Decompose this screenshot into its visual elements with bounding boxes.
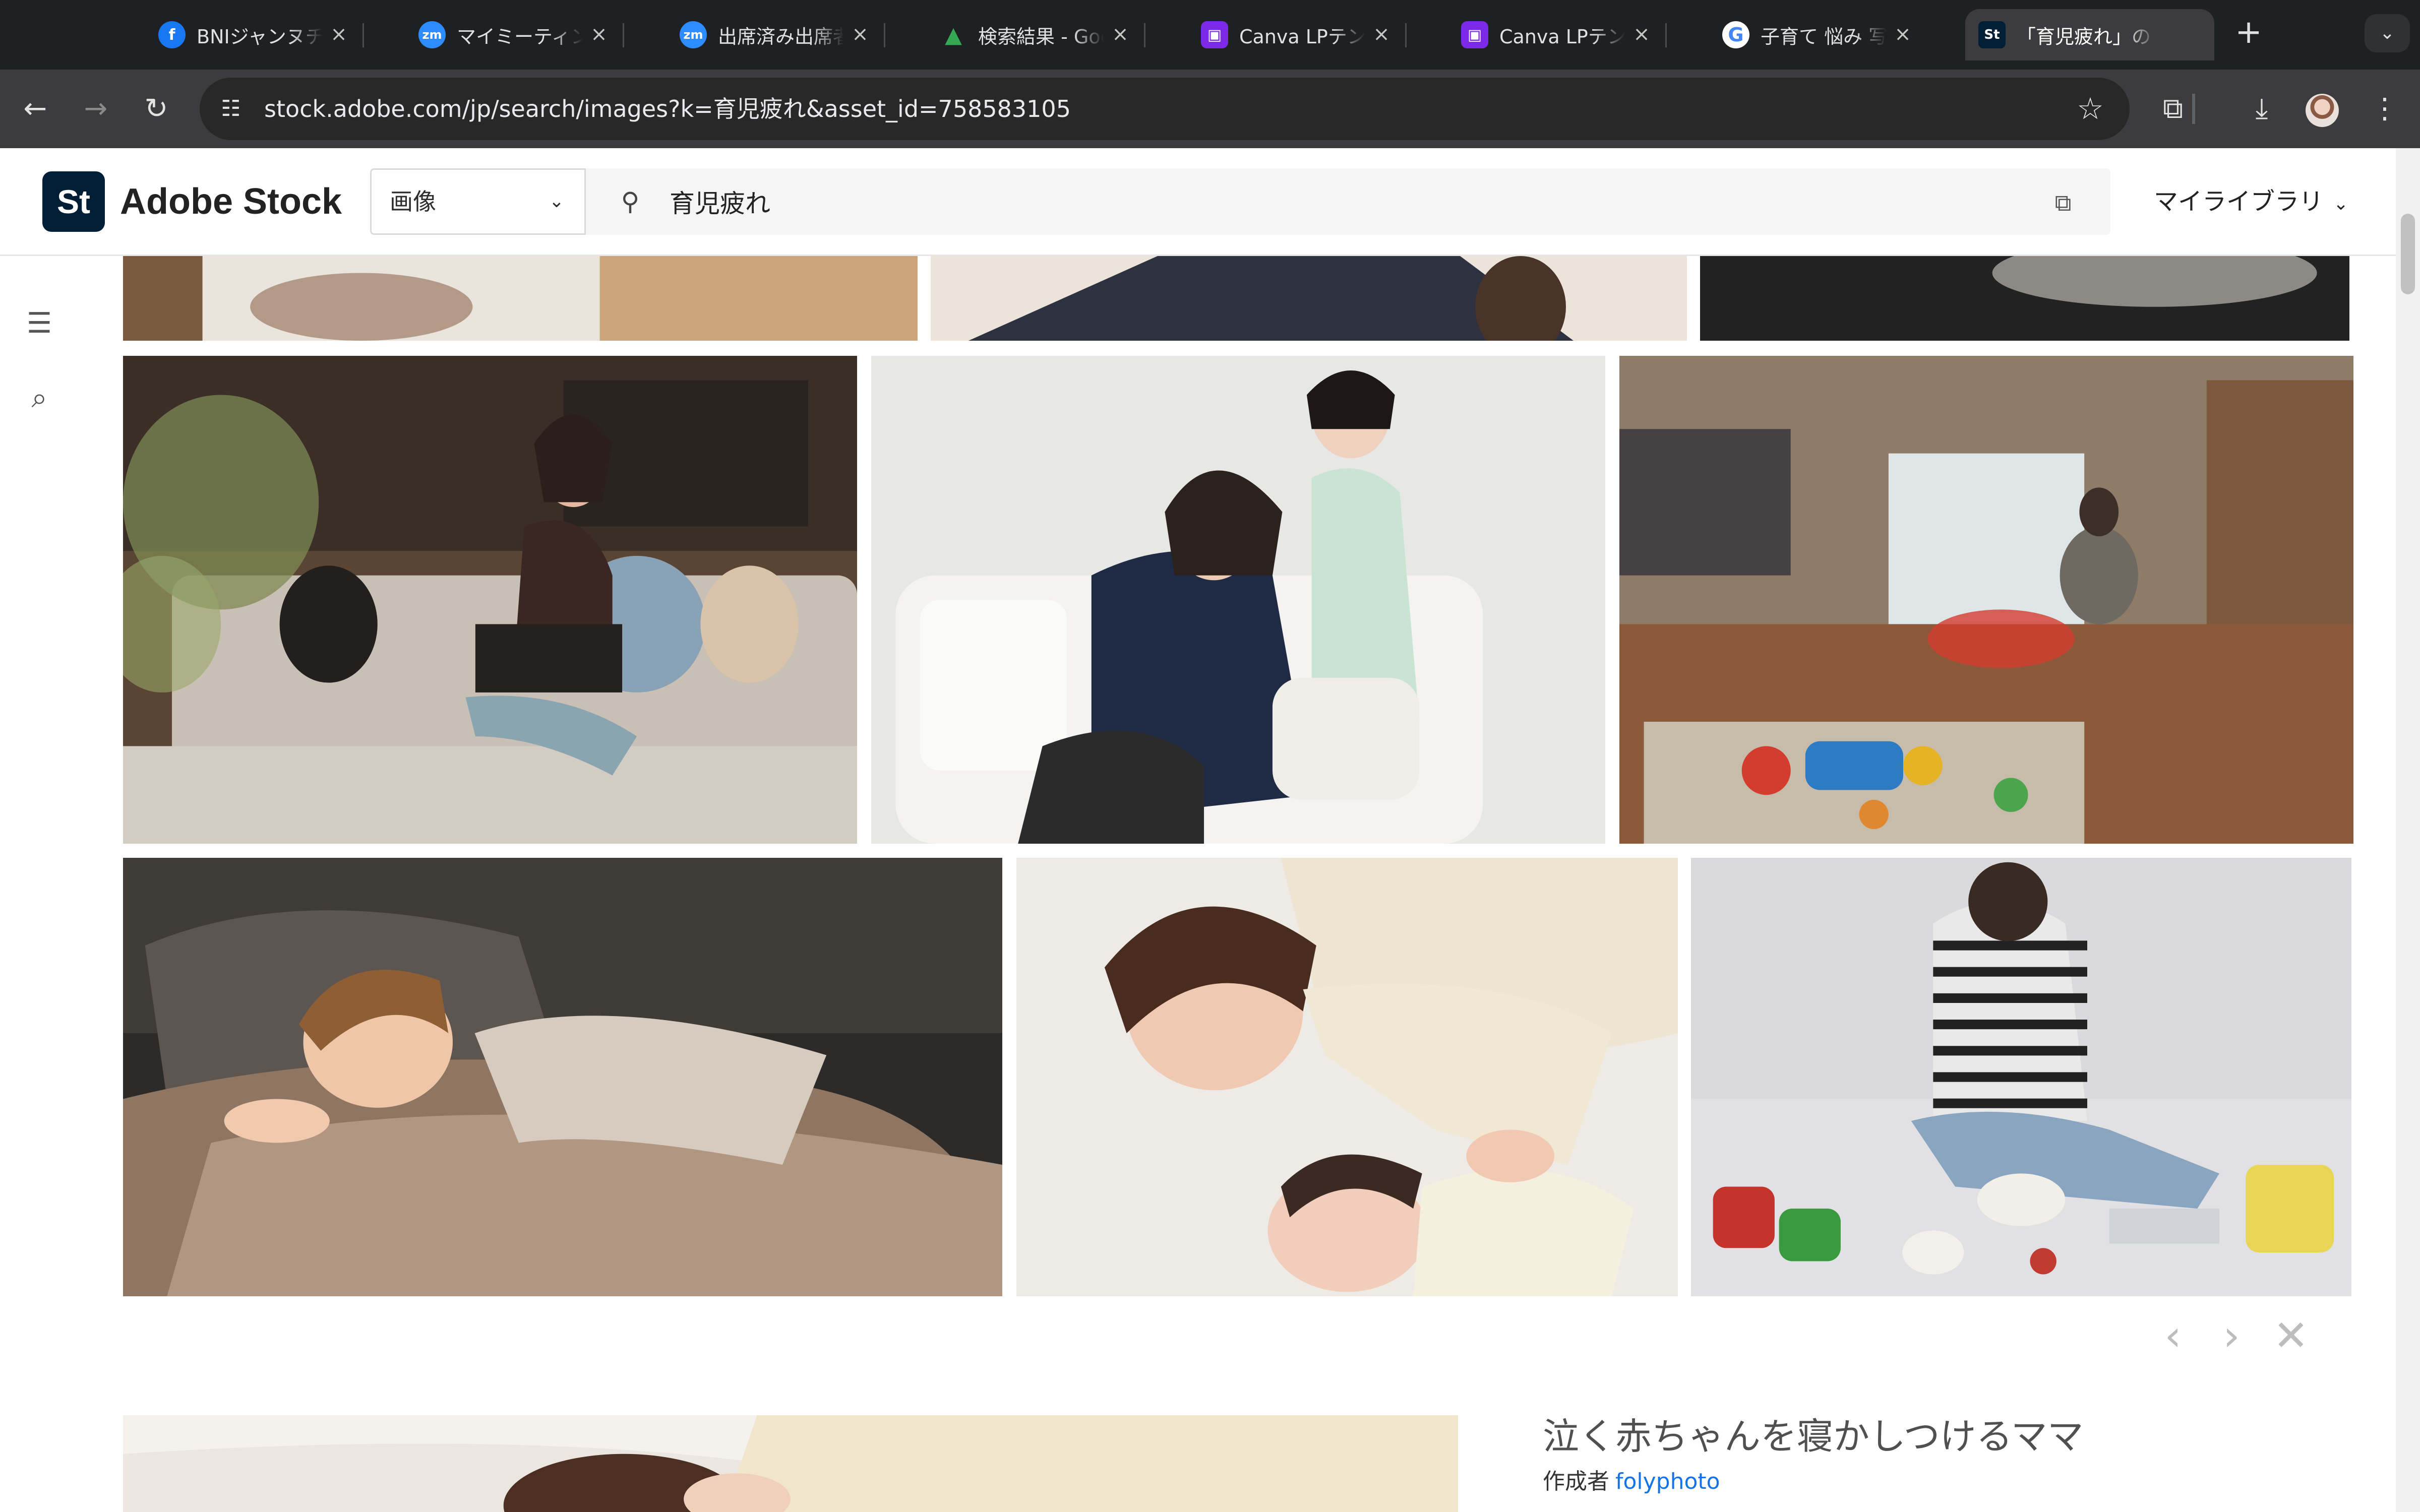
visual-search-icon[interactable]: ⌕	[18, 377, 60, 419]
tab-title: Canva LPテンプ	[1499, 25, 1625, 48]
reload-icon: ↻	[144, 92, 168, 125]
search-result-image[interactable]	[1691, 858, 2351, 1296]
tab-title: 「育児疲れ」の	[2017, 25, 2151, 48]
google-drive-icon: ▲	[945, 22, 962, 48]
page-scrollbar[interactable]	[2396, 148, 2420, 1512]
tab-title: 出席済み出席者	[718, 25, 844, 48]
back-button[interactable]: ←	[15, 89, 55, 129]
puzzle-icon: ⧉	[2163, 92, 2183, 125]
canva-icon: ▣	[1461, 21, 1488, 48]
profile-button[interactable]	[2302, 89, 2342, 129]
url-text[interactable]: stock.adobe.com/jp/search/images?k=育児疲れ&…	[264, 78, 1071, 140]
arrow-right-icon: →	[84, 92, 108, 125]
search-result-image[interactable]	[1700, 256, 2349, 341]
search-input[interactable]	[669, 176, 1979, 227]
tab-title: Canva LPテンプ	[1239, 25, 1365, 48]
tab-title: マイミーティング	[457, 25, 583, 48]
tab-separator	[1405, 23, 1407, 47]
new-tab-button[interactable]: +	[2228, 12, 2269, 52]
browser-toolbar: ← → ↻ ☷ stock.adobe.com/jp/search/images…	[0, 70, 2420, 148]
zoom-icon: zm	[680, 21, 707, 48]
search-result-image[interactable]	[931, 256, 1687, 341]
asset-title: 泣く赤ちゃんを寝かしつけるママ	[1543, 1415, 2084, 1458]
visual-search-icon[interactable]: ⧉	[2047, 186, 2079, 219]
downloads-button[interactable]: ⤓	[2242, 89, 2282, 129]
facebook-icon: f	[158, 21, 186, 48]
reload-button[interactable]: ↻	[136, 89, 176, 129]
chevron-down-icon: ⌄	[2379, 23, 2395, 43]
browser-tab[interactable]: f BNIジャンヌチャ ×	[112, 9, 364, 60]
adobe-stock-icon: St	[1978, 21, 2006, 48]
close-tab-icon[interactable]: ×	[329, 24, 349, 44]
tab-title: BNIジャンヌチャ	[197, 25, 323, 48]
search-result-image[interactable]	[123, 858, 1002, 1296]
avatar	[2306, 93, 2339, 127]
previous-image-button[interactable]: ‹	[2148, 1310, 2198, 1361]
asset-author: 作成者 folyphoto	[1543, 1462, 1720, 1502]
chevron-left-icon: ‹	[2164, 1311, 2182, 1360]
my-library-label: マイライブラリ	[2154, 187, 2324, 216]
search-bar: ⚲ ⧉	[586, 168, 2110, 235]
address-bar[interactable]: ☷ stock.adobe.com/jp/search/images?k=育児疲…	[200, 78, 2130, 140]
tab-separator	[362, 23, 364, 47]
tab-separator	[623, 23, 624, 47]
close-icon: ✕	[2273, 1311, 2309, 1360]
search-result-image[interactable]	[871, 356, 1605, 844]
close-tab-icon[interactable]: ×	[589, 24, 609, 44]
search-result-image[interactable]	[123, 256, 918, 341]
author-label: 作成者	[1543, 1469, 1609, 1494]
search-result-image[interactable]	[1016, 858, 1678, 1296]
browser-tab-active[interactable]: St 「育児疲れ」の	[1965, 9, 2214, 60]
browser-tab[interactable]: zm マイミーティング ×	[372, 9, 624, 60]
browser-tab[interactable]: zm 出席済み出席者 ×	[633, 9, 885, 60]
search-result-image[interactable]	[123, 356, 857, 844]
more-vert-icon: ⋮	[2371, 92, 2399, 125]
detail-preview-image[interactable]	[123, 1415, 1458, 1512]
arrow-left-icon: ←	[23, 92, 47, 125]
tab-title: 子育て 悩み 写真	[1761, 25, 1887, 48]
tab-separator	[1144, 23, 1145, 47]
asset-type-label: 画像	[390, 188, 436, 215]
browser-tab[interactable]: ▣ Canva LPテンプ ×	[1155, 9, 1407, 60]
extensions-button[interactable]: ⧉	[2153, 89, 2193, 129]
scrollbar-thumb[interactable]	[2401, 214, 2415, 294]
search-result-image[interactable]	[1619, 356, 2353, 844]
canva-icon: ▣	[1201, 21, 1228, 48]
adobe-stock-logo-icon[interactable]: St	[42, 171, 105, 232]
close-detail-button[interactable]: ✕	[2266, 1310, 2316, 1361]
asset-type-select[interactable]: 画像 ⌄	[370, 168, 586, 235]
author-link[interactable]: folyphoto	[1615, 1469, 1720, 1494]
browser-tab-bar: f BNIジャンヌチャ × zm マイミーティング × zm 出席済み出席者 ×…	[0, 0, 2420, 70]
zoom-icon: zm	[418, 21, 446, 48]
chevron-down-icon: ⌄	[2333, 194, 2349, 214]
adobe-stock-logo-text[interactable]: Adobe Stock	[120, 175, 342, 228]
download-icon: ⤓	[2255, 92, 2268, 125]
close-tab-icon[interactable]: ×	[1631, 24, 1652, 44]
stock-header: St Adobe Stock 画像 ⌄ ⚲ ⧉ マイライブラリ ⌄	[0, 148, 2396, 256]
my-library-menu[interactable]: マイライブラリ ⌄	[2154, 168, 2348, 235]
forward-button[interactable]: →	[76, 89, 116, 129]
next-image-button[interactable]: ›	[2206, 1310, 2257, 1361]
tab-separator	[884, 23, 885, 47]
google-icon: G	[1722, 21, 1749, 48]
browser-tab[interactable]: ▲ 検索結果 - Goog ×	[893, 9, 1145, 60]
chevron-right-icon: ›	[2223, 1311, 2240, 1360]
close-tab-icon[interactable]: ×	[1110, 24, 1130, 44]
site-info-icon[interactable]: ☷	[213, 91, 249, 127]
tab-title: 検索結果 - Goog	[978, 25, 1104, 48]
toolbar-divider	[2192, 94, 2195, 124]
close-tab-icon[interactable]: ×	[1893, 24, 1913, 44]
close-tab-icon[interactable]: ×	[1371, 24, 1392, 44]
filters-icon[interactable]: ☰	[18, 302, 60, 345]
search-icon: ⚲	[621, 187, 640, 216]
tab-search-button[interactable]: ⌄	[2365, 14, 2410, 52]
close-tab-icon[interactable]: ×	[850, 24, 870, 44]
browser-tab[interactable]: ▣ Canva LPテンプ ×	[1415, 9, 1667, 60]
tab-separator	[1665, 23, 1667, 47]
chevron-down-icon: ⌄	[549, 191, 564, 212]
browser-tab[interactable]: G 子育て 悩み 写真 ×	[1676, 9, 1928, 60]
browser-menu-button[interactable]: ⋮	[2365, 89, 2405, 129]
bookmark-star-icon[interactable]: ☆	[2071, 90, 2109, 128]
